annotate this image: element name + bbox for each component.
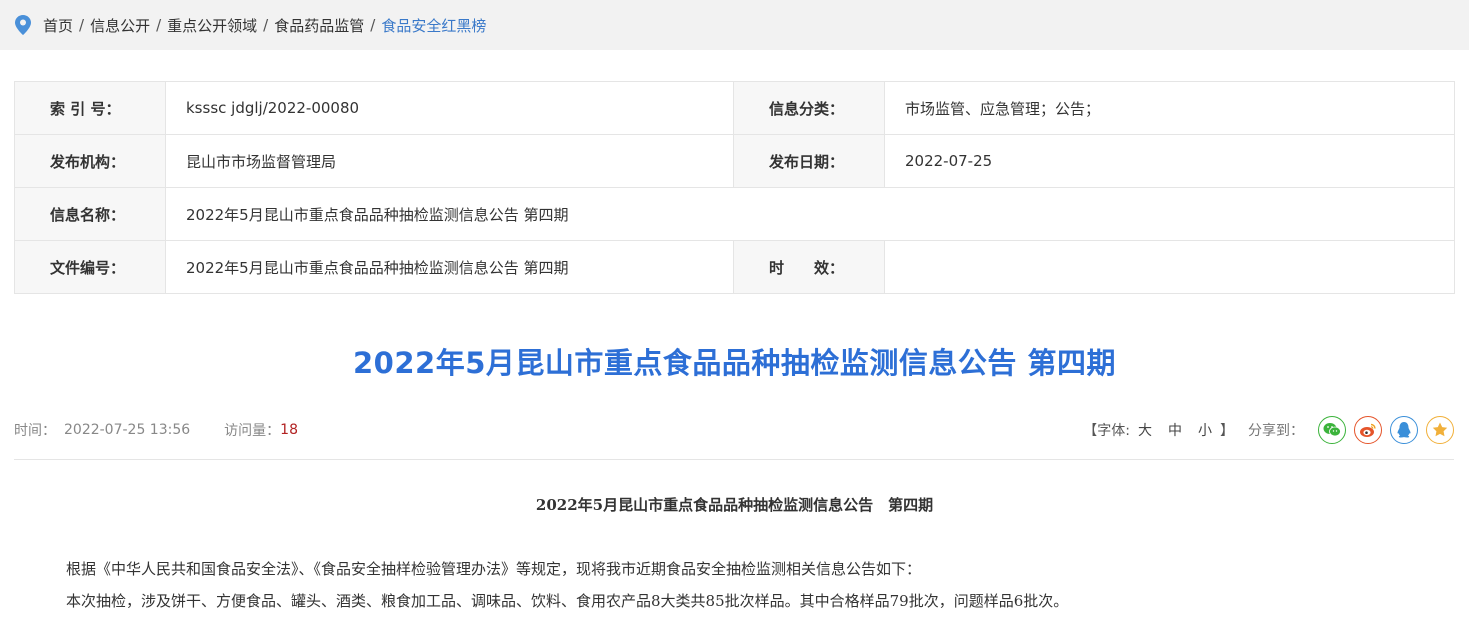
qq-share-button[interactable]: [1390, 416, 1418, 444]
divider: [14, 459, 1454, 460]
name-label: 信息名称：: [14, 187, 166, 241]
qzone-share-button[interactable]: [1426, 416, 1454, 444]
body-paragraph: 本次抽检，涉及饼干、方便食品、罐头、酒类、粮食加工品、调味品、饮料、食用农产品8…: [66, 592, 1069, 610]
breadcrumb: 首页 / 信息公开 / 重点公开领域 / 食品药品监管 / 食品安全红黑榜: [0, 0, 1469, 50]
location-pin-icon: [15, 15, 31, 35]
table-row: 发布机构： 昆山市市场监督管理局 发布日期： 2022-07-25: [14, 134, 1455, 188]
breadcrumb-separator: /: [156, 16, 162, 34]
share-label: 分享到：: [1248, 423, 1304, 439]
index-label: 索 引 号：: [14, 81, 166, 135]
font-size-open: 【字体:: [1083, 423, 1130, 439]
font-medium-button[interactable]: 中: [1168, 420, 1182, 440]
font-large-button[interactable]: 大: [1138, 420, 1152, 440]
validity-value: [884, 240, 1455, 294]
table-row: 索 引 号： ksssc jdglj/2022-00080 信息分类： 市场监管…: [14, 81, 1455, 135]
breadcrumb-food-drug[interactable]: 食品药品监管: [274, 15, 364, 36]
time-value: 2022-07-25 13:56: [64, 422, 191, 438]
breadcrumb-current[interactable]: 食品安全红黑榜: [381, 15, 486, 36]
publisher-value: 昆山市市场监督管理局: [165, 134, 734, 188]
article-tools: 【字体: 大 中 小 】 分享到：: [1083, 416, 1454, 444]
date-value: 2022-07-25: [884, 134, 1455, 188]
visits-label: 访问量：: [224, 423, 281, 439]
body-paragraph: 根据《中华人民共和国食品安全法》、《食品安全抽样检验管理办法》等规定，现将我市近…: [66, 560, 922, 578]
date-label: 发布日期：: [733, 134, 885, 188]
docno-label: 文件编号：: [14, 240, 166, 294]
visits-count: 18: [280, 422, 298, 438]
docno-value: 2022年5月昆山市重点食品品种抽检监测信息公告 第四期: [165, 240, 734, 294]
info-meta-table: 索 引 号： ksssc jdglj/2022-00080 信息分类： 市场监管…: [14, 81, 1455, 294]
category-label: 信息分类：: [733, 81, 885, 135]
breadcrumb-home[interactable]: 首页: [43, 15, 73, 36]
qzone-icon: [1432, 422, 1448, 437]
breadcrumb-key-areas[interactable]: 重点公开领域: [167, 15, 257, 36]
time-label: 时间：: [14, 423, 56, 439]
validity-label: 时 效：: [733, 240, 885, 294]
breadcrumb-separator: /: [79, 16, 85, 34]
weibo-share-button[interactable]: [1354, 416, 1382, 444]
publisher-label: 发布机构：: [14, 134, 166, 188]
breadcrumb-info-public[interactable]: 信息公开: [90, 15, 150, 36]
wechat-share-button[interactable]: [1318, 416, 1346, 444]
breadcrumb-separator: /: [263, 16, 269, 34]
wechat-icon: [1323, 423, 1341, 437]
name-value: 2022年5月昆山市重点食品品种抽检监测信息公告 第四期: [165, 187, 1455, 241]
body-title: 2022年5月昆山市重点食品品种抽检监测信息公告 第四期: [535, 496, 934, 514]
breadcrumb-separator: /: [370, 16, 376, 34]
article-info-bar: 时间： 2022-07-25 13:56 访问量： 18 【字体: 大 中 小 …: [14, 413, 1454, 447]
font-small-button[interactable]: 小: [1198, 420, 1212, 440]
qq-icon: [1397, 422, 1411, 438]
table-row: 信息名称： 2022年5月昆山市重点食品品种抽检监测信息公告 第四期: [14, 187, 1455, 241]
weibo-icon: [1360, 423, 1376, 437]
index-value: ksssc jdglj/2022-00080: [165, 81, 734, 135]
article-title: 2022年5月昆山市重点食品品种抽检监测信息公告 第四期: [353, 346, 1116, 380]
font-size-close: 】: [1220, 423, 1234, 439]
category-value: 市场监管、应急管理；公告；: [884, 81, 1455, 135]
table-row: 文件编号： 2022年5月昆山市重点食品品种抽检监测信息公告 第四期 时 效：: [14, 240, 1455, 294]
